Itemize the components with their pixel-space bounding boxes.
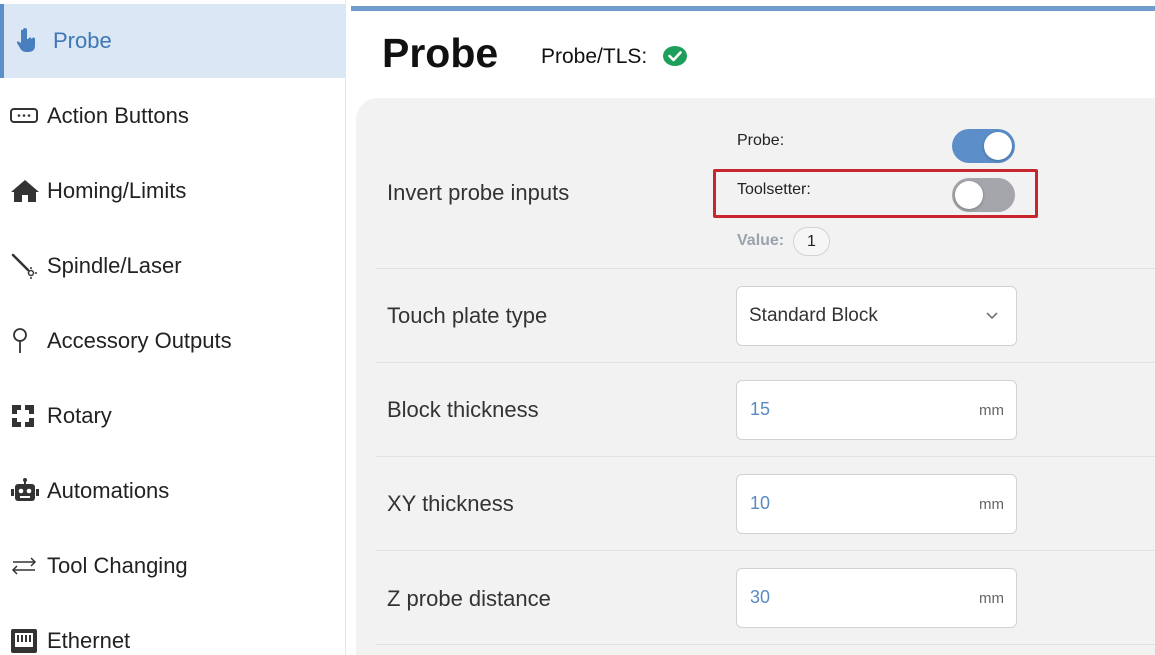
touch-plate-type-label: Touch plate type bbox=[387, 303, 548, 328]
toolsetter-highlight-box bbox=[713, 169, 1038, 218]
sidebar-item-label: Rotary bbox=[47, 403, 112, 428]
block-thickness-input[interactable]: 15 mm bbox=[736, 380, 1017, 440]
sidebar-item-tool-changing[interactable]: Tool Changing bbox=[0, 529, 345, 603]
pin-icon bbox=[10, 327, 42, 355]
check-circle-icon bbox=[663, 46, 687, 66]
probe-invert-toggle[interactable] bbox=[952, 129, 1015, 163]
select-value: Standard Block bbox=[749, 305, 878, 326]
sidebar-item-action-buttons[interactable]: Action Buttons bbox=[0, 79, 345, 153]
keyboard-icon bbox=[10, 102, 42, 130]
value-label: Value: bbox=[737, 232, 785, 249]
spindle-icon bbox=[10, 252, 42, 280]
z-probe-distance-input[interactable]: 30 mm bbox=[736, 568, 1017, 628]
row-divider bbox=[376, 268, 1155, 269]
sidebar-item-label: Ethernet bbox=[47, 628, 131, 653]
xy-thickness-input[interactable]: 10 mm bbox=[736, 474, 1017, 534]
unit-label: mm bbox=[979, 496, 1004, 513]
sidebar-item-label: Accessory Outputs bbox=[47, 328, 232, 353]
sidebar-item-rotary[interactable]: Rotary bbox=[0, 379, 345, 453]
sidebar-item-label: Probe bbox=[53, 28, 112, 53]
input-value: 30 bbox=[750, 587, 771, 607]
touch-plate-type-select[interactable]: Standard Block bbox=[736, 286, 1017, 346]
sidebar: Probe Action Buttons Homing/Limits Spind… bbox=[0, 0, 346, 655]
block-thickness-label: Block thickness bbox=[387, 397, 539, 422]
top-accent-bar bbox=[351, 6, 1155, 11]
sidebar-item-homing-limits[interactable]: Homing/Limits bbox=[0, 154, 345, 228]
input-value: 10 bbox=[750, 493, 771, 513]
sidebar-item-label: Spindle/Laser bbox=[47, 253, 182, 278]
value-badge: 1 bbox=[793, 227, 830, 256]
xy-thickness-label: XY thickness bbox=[387, 491, 514, 516]
status-label: Probe/TLS: bbox=[541, 45, 648, 68]
unit-label: mm bbox=[979, 590, 1004, 607]
swap-arrows-icon bbox=[10, 552, 42, 580]
row-divider bbox=[376, 644, 1155, 645]
row-divider bbox=[376, 456, 1155, 457]
unit-label: mm bbox=[979, 402, 1004, 419]
sidebar-item-label: Action Buttons bbox=[47, 103, 189, 128]
page-title: Probe bbox=[382, 30, 499, 76]
sidebar-item-label: Automations bbox=[47, 478, 170, 503]
toggle-knob bbox=[984, 132, 1012, 160]
invert-probe-inputs-label: Invert probe inputs bbox=[387, 180, 570, 205]
hand-pointer-icon bbox=[16, 27, 48, 55]
robot-icon bbox=[10, 477, 42, 505]
input-value: 15 bbox=[750, 399, 771, 419]
row-divider bbox=[376, 362, 1155, 363]
home-icon bbox=[10, 177, 42, 205]
rotary-icon bbox=[10, 402, 42, 430]
sidebar-item-spindle-laser[interactable]: Spindle/Laser bbox=[0, 229, 345, 303]
sidebar-item-ethernet[interactable]: Ethernet bbox=[0, 604, 345, 655]
sidebar-item-accessory-outputs[interactable]: Accessory Outputs bbox=[0, 304, 345, 378]
sidebar-item-probe[interactable]: Probe bbox=[0, 4, 345, 78]
sidebar-item-label: Homing/Limits bbox=[47, 178, 187, 203]
row-divider bbox=[376, 550, 1155, 551]
sidebar-item-label: Tool Changing bbox=[47, 553, 188, 578]
ethernet-icon bbox=[10, 627, 42, 655]
sidebar-item-automations[interactable]: Automations bbox=[0, 454, 345, 528]
probe-toggle-label: Probe: bbox=[737, 132, 785, 149]
chevron-down-icon bbox=[984, 307, 1000, 323]
z-probe-distance-label: Z probe distance bbox=[387, 586, 551, 611]
